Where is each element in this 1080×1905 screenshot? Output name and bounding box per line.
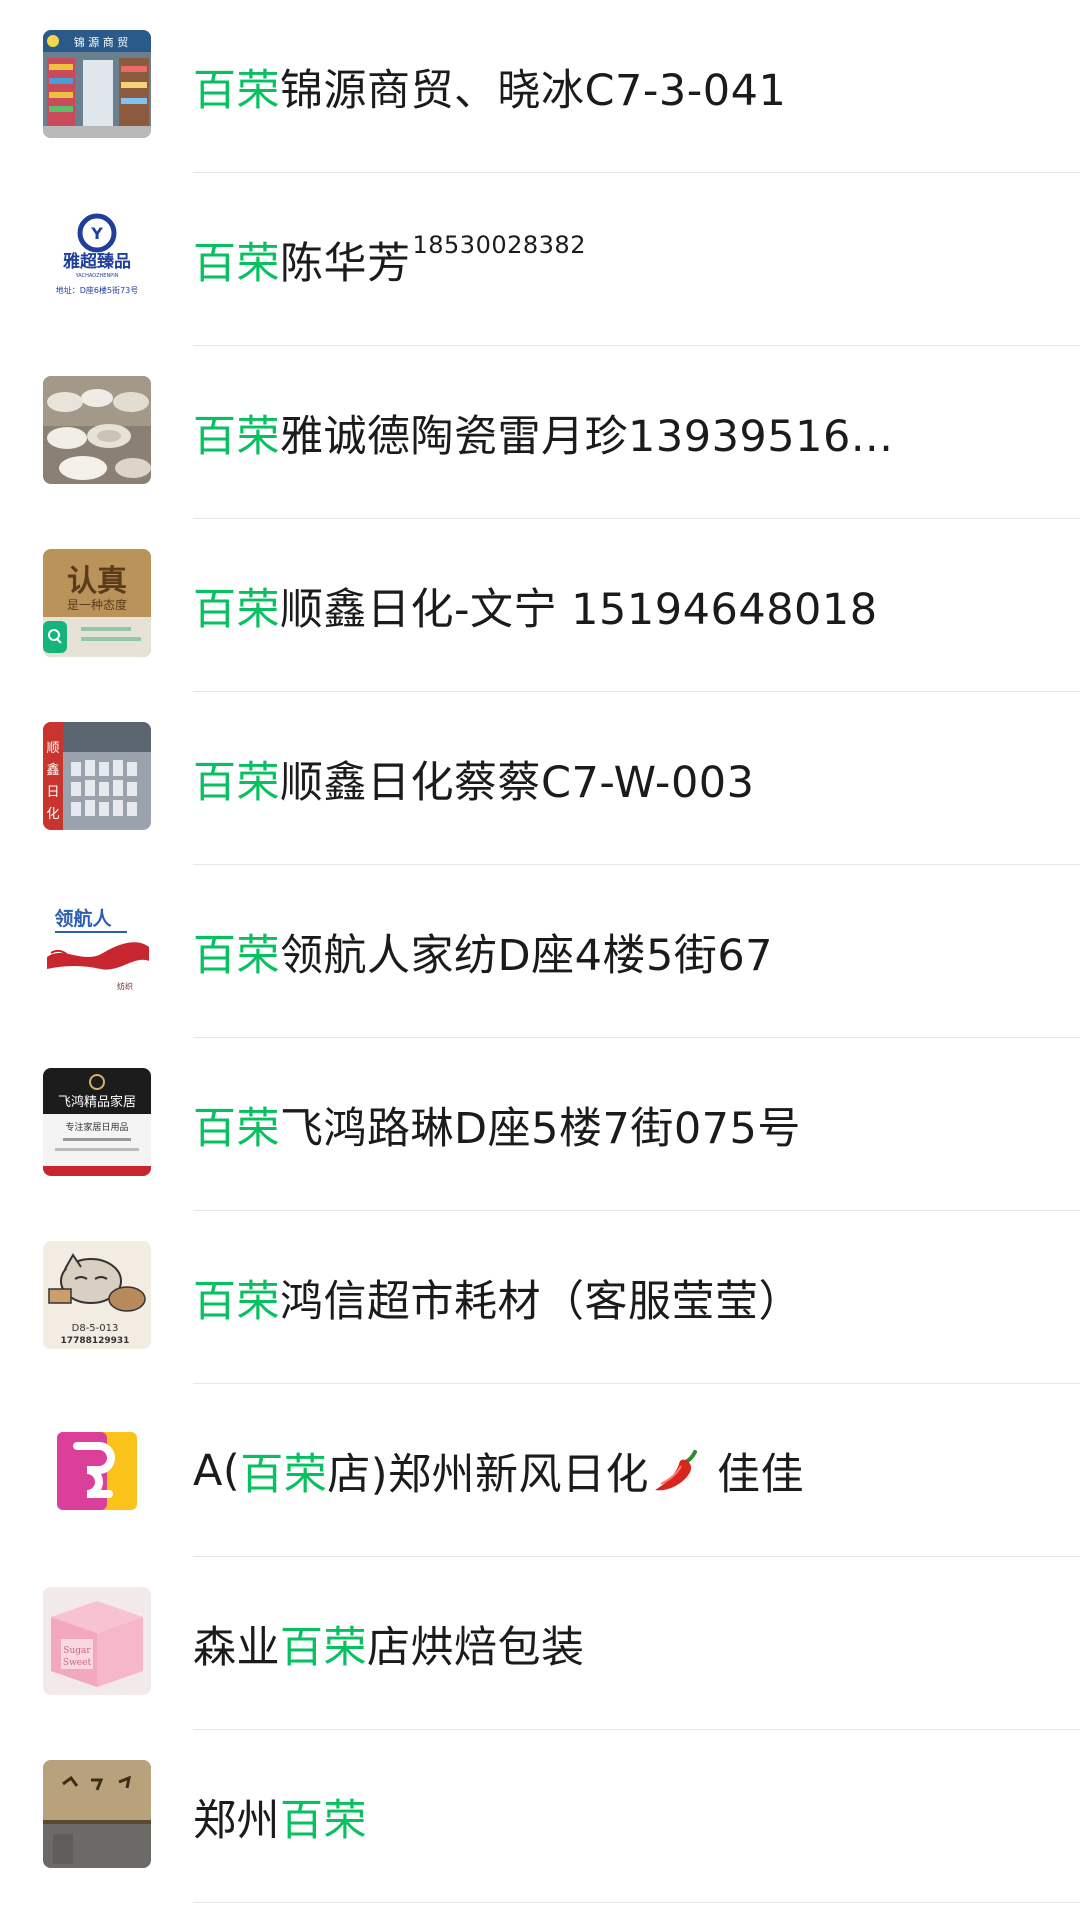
name-highlight: 百荣: [240, 1449, 328, 1500]
avatar-ceramic-bowls[interactable]: [43, 376, 151, 484]
contact-name: 百荣 陈华芳 18530028382: [193, 173, 1080, 346]
contact-row[interactable]: A(百荣 店)郑州新风日化 佳佳: [0, 1384, 1080, 1557]
avatar-pink-yellow-logo[interactable]: [43, 1414, 151, 1522]
chili-pepper-icon: [651, 1446, 703, 1496]
contact-name: 百荣 顺鑫日化-文宁 15194648018: [193, 519, 1080, 692]
name-highlight: 百荣: [193, 238, 280, 289]
contact-row[interactable]: D8-5-013 17788129931 百荣 鸿信超市耗材（客服莹莹）: [0, 1211, 1080, 1384]
contact-row[interactable]: 百荣 雅诚德陶瓷雷月珍13939516...: [0, 346, 1080, 519]
avatar-sign-text: 锦 源 商 贸: [74, 35, 129, 49]
contact-name: 百荣 飞鸿路琳D座5楼7街075号: [193, 1038, 1080, 1211]
side-sign-3: 日: [46, 785, 59, 800]
name-tail: 佳佳: [716, 1449, 804, 1500]
contact-name: 百荣 锦源商贸、晓冰C7-3-041: [193, 0, 1080, 173]
name-suffix: 陈华芳: [280, 238, 411, 289]
name-highlight: 百荣: [193, 1276, 280, 1327]
contact-row[interactable]: 飞鸿精品家居 专注家居日用品 百荣 飞鸿路琳D座5楼7街075号: [0, 1038, 1080, 1211]
contact-list: 锦 源 商 贸 百荣 锦源商贸、晓冰C7-3-041 Y 雅超臻品 YACHAO…: [0, 0, 1080, 1903]
avatar-shunxin-warehouse[interactable]: 顺 鑫 日 化: [43, 722, 151, 830]
logo-pinyin: YACHAOZHENPIN: [75, 273, 119, 279]
box-script-2: Sweet: [63, 1658, 92, 1668]
side-sign-2: 鑫: [46, 762, 59, 778]
contact-row[interactable]: Sugar Sweet 森业 百荣 店烘焙包装: [0, 1557, 1080, 1730]
card-brand: 飞鸿精品家居: [58, 1094, 136, 1110]
name-suffix: 领航人家纺D座4楼5街67: [280, 930, 774, 981]
avatar-pink-cake-box[interactable]: Sugar Sweet: [43, 1587, 151, 1695]
contact-name: 百荣 鸿信超市耗材（客服莹莹）: [193, 1211, 1080, 1384]
name-prefix: 郑州: [193, 1795, 280, 1846]
name-prefix: 森业: [193, 1622, 280, 1673]
name-highlight: 百荣: [193, 757, 280, 808]
name-prefix: A(: [193, 1445, 241, 1496]
name-superscript-phone: 18530028382: [412, 231, 586, 259]
contact-name: 百荣 领航人家纺D座4楼5街67: [193, 865, 1080, 1038]
contact-row[interactable]: Y 雅超臻品 YACHAOZHENPIN 地址：D座6楼5街73号 百荣 陈华芳 1…: [0, 173, 1080, 346]
brand-slogan: 纺织: [117, 981, 133, 991]
contact-name: 百荣 雅诚德陶瓷雷月珍13939516...: [193, 346, 1080, 519]
name-suffix: 店)郑州新风日化: [327, 1449, 649, 1500]
contact-row[interactable]: 锦 源 商 贸 百荣 锦源商贸、晓冰C7-3-041: [0, 0, 1080, 173]
contact-row[interactable]: 顺 鑫 日 化 百荣 顺鑫日化蔡蔡C7-W-003: [0, 692, 1080, 865]
side-sign-1: 顺: [46, 741, 59, 756]
name-highlight: 百荣: [280, 1795, 367, 1846]
contact-row[interactable]: 领航人 纺织 百荣 领航人家纺D座4楼5街67: [0, 865, 1080, 1038]
avatar-store-shelves[interactable]: 锦 源 商 贸: [43, 30, 151, 138]
side-sign-4: 化: [46, 807, 59, 822]
row-divider: [193, 1902, 1080, 1903]
name-suffix: 飞鸿路琳D座5楼7街075号: [280, 1103, 801, 1154]
contact-row[interactable]: 认真 是一种态度 百荣 顺鑫日化-文宁 15194648018: [0, 519, 1080, 692]
logo-letter: Y: [90, 224, 103, 243]
avatar-renzhen-sign[interactable]: 认真 是一种态度: [43, 549, 151, 657]
contact-name: A(百荣 店)郑州新风日化 佳佳: [193, 1384, 1080, 1557]
name-suffix: 锦源商贸、晓冰C7-3-041: [280, 65, 787, 116]
name-highlight: 百荣: [193, 584, 280, 635]
avatar-yachao-logo[interactable]: Y 雅超臻品 YACHAOZHENPIN 地址：D座6楼5街73号: [43, 203, 151, 311]
name-highlight: 百荣: [280, 1622, 367, 1673]
name-highlight: 百荣: [193, 65, 280, 116]
name-suffix: 鸿信超市耗材（客服莹莹）: [280, 1276, 802, 1327]
avatar-linghangren-logo[interactable]: 领航人 纺织: [43, 895, 151, 1003]
name-suffix: 雅诚德陶瓷雷月珍13939516...: [280, 411, 894, 462]
logo-name: 雅超臻品: [62, 251, 131, 272]
name-suffix: 顺鑫日化蔡蔡C7-W-003: [280, 757, 755, 808]
card-slogan: 专注家居日用品: [65, 1121, 128, 1133]
cat-phone: 17788129931: [61, 1336, 130, 1346]
avatar-feihong-card[interactable]: 飞鸿精品家居 专注家居日用品: [43, 1068, 151, 1176]
name-highlight: 百荣: [193, 930, 280, 981]
brand-name: 领航人: [54, 907, 112, 930]
name-suffix: 顺鑫日化-文宁 15194648018: [280, 584, 878, 635]
logo-address: 地址：D座6楼5街73号: [56, 285, 139, 295]
sign-small-text: 是一种态度: [67, 597, 127, 612]
sign-big-text: 认真: [67, 564, 127, 599]
avatar-cartoon-cat[interactable]: D8-5-013 17788129931: [43, 1241, 151, 1349]
contact-name: 百荣 顺鑫日化蔡蔡C7-W-003: [193, 692, 1080, 865]
box-script: Sugar: [63, 1646, 91, 1656]
name-suffix: 店烘焙包装: [367, 1622, 585, 1673]
name-highlight: 百荣: [193, 411, 280, 462]
contact-row[interactable]: 郑州 百荣: [0, 1730, 1080, 1903]
contact-name: 郑州 百荣: [193, 1730, 1080, 1903]
contact-name: 森业 百荣 店烘焙包装: [193, 1557, 1080, 1730]
avatar-stone-wall[interactable]: [43, 1760, 151, 1868]
cat-code: D8-5-013: [72, 1323, 119, 1334]
name-highlight: 百荣: [193, 1103, 280, 1154]
